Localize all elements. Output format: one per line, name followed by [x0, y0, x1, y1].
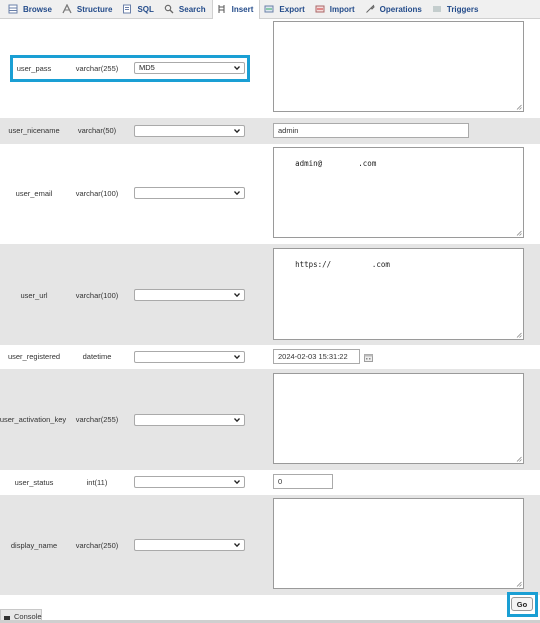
field-row-user-activation-key: user_activation_key varchar(255)	[0, 369, 540, 470]
field-name: user_url	[20, 291, 48, 300]
chevron-down-icon	[233, 541, 241, 549]
resize-grip-icon[interactable]	[516, 581, 522, 587]
value-input[interactable]: 0	[273, 474, 333, 489]
tab-import[interactable]: Import	[311, 0, 361, 19]
tab-search[interactable]: Search	[160, 0, 212, 19]
value-text: https:// .com	[295, 260, 390, 269]
value-textarea[interactable]	[273, 373, 524, 464]
field-name: user_email	[15, 189, 53, 198]
field-row-display-name: display_name varchar(250)	[0, 495, 540, 595]
function-select[interactable]	[134, 414, 245, 426]
tab-label: Structure	[76, 4, 113, 14]
tab-triggers[interactable]: Triggers	[428, 0, 485, 19]
chevron-down-icon	[233, 189, 241, 197]
function-select[interactable]	[134, 125, 245, 137]
field-type: varchar(255)	[75, 415, 119, 424]
tab-label: Import	[329, 4, 355, 14]
value-textarea[interactable]	[273, 498, 524, 589]
tab-sql[interactable]: SQL	[118, 0, 159, 19]
field-row-user-status: user_status int(11) 0	[0, 470, 540, 495]
tab-label: Triggers	[446, 4, 479, 14]
function-select[interactable]	[134, 351, 245, 363]
tab-label: Browse	[23, 4, 52, 14]
tab-operations[interactable]: Operations	[361, 0, 428, 19]
chevron-down-icon	[233, 127, 241, 135]
tab-structure[interactable]: Structure	[58, 0, 119, 19]
tab-label: SQL	[137, 4, 154, 14]
search-icon	[164, 4, 174, 14]
resize-grip-icon[interactable]	[516, 456, 522, 462]
function-select[interactable]	[134, 289, 245, 301]
field-row-user-email: user_email varchar(100) admin@ .com	[0, 144, 540, 244]
insert-icon	[217, 4, 227, 14]
highlight-user-pass	[10, 55, 250, 82]
console-icon	[4, 614, 10, 621]
tab-label: Search	[178, 4, 206, 14]
value-text: admin@ .com	[295, 159, 377, 168]
field-type: varchar(100)	[75, 291, 119, 300]
value-textarea[interactable]: admin@ .com	[273, 147, 524, 238]
field-type: datetime	[82, 352, 112, 361]
export-icon	[264, 4, 274, 14]
tab-browse[interactable]: Browse	[4, 0, 58, 19]
tab-label: Operations	[379, 4, 422, 14]
field-name: user_nicename	[8, 126, 60, 135]
tab-insert[interactable]: Insert	[211, 0, 261, 19]
field-row-user-registered: user_registered datetime 2024-02-03 15:3…	[0, 345, 540, 369]
field-name: user_activation_key	[0, 415, 67, 424]
chevron-down-icon	[233, 353, 241, 361]
field-name: display_name	[10, 541, 58, 550]
tab-bar: Browse Structure SQL Search Insert Expor…	[0, 0, 540, 19]
resize-grip-icon[interactable]	[516, 104, 522, 110]
function-select[interactable]	[134, 476, 245, 488]
tab-export[interactable]: Export	[260, 0, 310, 19]
value-textarea[interactable]: https:// .com	[273, 248, 524, 340]
field-name: user_registered	[7, 352, 61, 361]
function-select[interactable]	[134, 187, 245, 199]
field-type: varchar(100)	[75, 189, 119, 198]
field-type: varchar(250)	[75, 541, 119, 550]
triggers-icon	[432, 4, 442, 14]
operations-icon	[365, 4, 375, 14]
field-type: int(11)	[86, 478, 108, 487]
browse-icon	[8, 4, 18, 14]
sql-icon	[122, 4, 132, 14]
tab-label: Export	[279, 4, 305, 14]
value-input[interactable]: 2024-02-03 15:31:22	[273, 349, 360, 364]
import-icon	[315, 4, 325, 14]
structure-icon	[62, 4, 72, 14]
field-row-user-nicename: user_nicename varchar(50) admin	[0, 118, 540, 144]
resize-grip-icon[interactable]	[516, 332, 522, 338]
tab-label: Insert	[231, 4, 254, 14]
value-textarea[interactable]	[273, 21, 524, 112]
chevron-down-icon	[233, 478, 241, 486]
value-input[interactable]: admin	[273, 123, 469, 138]
function-select[interactable]	[134, 539, 245, 551]
calendar-icon[interactable]	[364, 353, 373, 362]
chevron-down-icon	[233, 416, 241, 424]
highlight-go-button	[507, 592, 538, 617]
chevron-down-icon	[233, 291, 241, 299]
field-type: varchar(50)	[77, 126, 117, 135]
field-name: user_status	[14, 478, 54, 487]
field-row-user-url: user_url varchar(100) https:// .com	[0, 244, 540, 345]
resize-grip-icon[interactable]	[516, 230, 522, 236]
